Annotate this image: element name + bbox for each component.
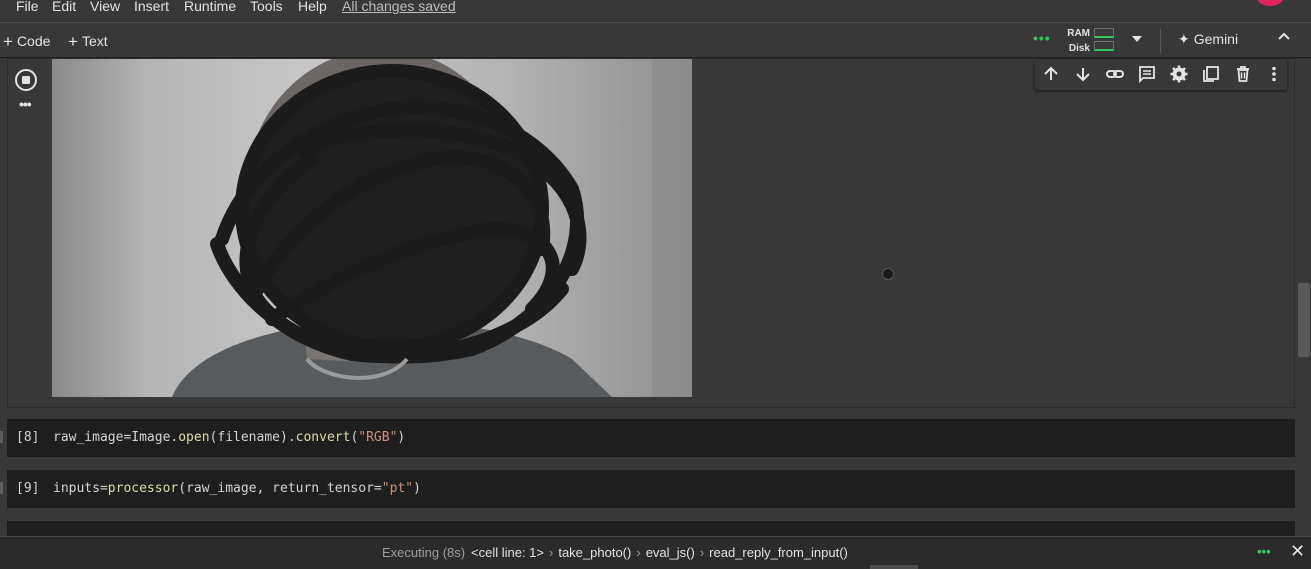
mouse-cursor <box>882 268 894 280</box>
breadcrumb-item[interactable]: read_reply_from_input() <box>709 545 848 560</box>
menu-insert[interactable]: Insert <box>134 0 169 14</box>
code-token: raw_image=Image. <box>53 430 179 445</box>
avatar[interactable] <box>1256 0 1284 6</box>
more-vert-icon[interactable] <box>1264 65 1284 85</box>
status-scroll-strip <box>870 565 918 569</box>
plus-icon: + <box>68 32 78 51</box>
breadcrumb-item[interactable]: <cell line: 1> <box>471 545 544 560</box>
mirror-cell-icon[interactable] <box>1201 65 1221 85</box>
notebook-toolbar: + Code + Text ••• RAM Disk ✦ Gemini <box>0 22 1311 58</box>
code-token: ) <box>397 430 406 445</box>
cell-left-marker <box>0 482 3 494</box>
execution-count: [8] <box>16 430 40 445</box>
cell-left-marker <box>0 431 3 443</box>
ram-label: RAM <box>1067 28 1090 39</box>
arrow-down-icon[interactable] <box>1073 65 1093 85</box>
more-horiz-icon[interactable]: ••• <box>19 96 32 112</box>
sparkle-icon: ✦ <box>1178 31 1190 47</box>
code-token: open <box>178 430 210 445</box>
code-token: convert <box>295 430 351 445</box>
code-cell-next[interactable] <box>7 521 1295 537</box>
menu-help[interactable]: Help <box>298 0 327 14</box>
code-cell-9[interactable]: [9] inputs=processor(raw_image, return_t… <box>7 470 1295 508</box>
code-token: (raw_image, return_tensor= <box>178 481 382 496</box>
comment-icon[interactable] <box>1137 65 1157 85</box>
gear-icon[interactable] <box>1169 65 1189 85</box>
code-line[interactable]: inputs=processor(raw_image, return_tenso… <box>53 470 421 508</box>
scrollbar-thumb[interactable] <box>1298 283 1310 357</box>
close-icon[interactable]: ✕ <box>1290 541 1305 562</box>
save-status-link[interactable]: All changes saved <box>342 0 456 14</box>
menu-file[interactable]: File <box>16 0 39 14</box>
gemini-button[interactable]: ✦ Gemini <box>1178 31 1238 48</box>
add-text-button[interactable]: + Text <box>68 31 108 51</box>
chevron-down-icon[interactable] <box>1132 36 1142 42</box>
menu-tools[interactable]: Tools <box>250 0 283 14</box>
code-cell-8[interactable]: [8] raw_image=Image.open(filename).conve… <box>7 419 1295 457</box>
status-bar: Executing (8s) <cell line: 1> › take_photo… <box>0 536 1311 569</box>
menu-view[interactable]: View <box>90 0 120 14</box>
link-icon[interactable] <box>1105 65 1125 85</box>
code-token: ) <box>413 481 421 496</box>
chevron-up-icon[interactable] <box>1277 29 1291 48</box>
execution-status: Executing (8s) <box>382 545 466 560</box>
disk-meter <box>1094 41 1114 51</box>
breadcrumb-item[interactable]: eval_js() <box>646 545 695 560</box>
arrow-up-icon[interactable] <box>1041 65 1061 85</box>
code-token: processor <box>107 481 179 496</box>
toolbar-divider <box>1160 29 1161 53</box>
add-code-button[interactable]: + Code <box>3 31 50 51</box>
status-dots-icon[interactable]: ••• <box>1257 544 1271 559</box>
chevron-right-icon: › <box>636 545 641 560</box>
cell-toolbar <box>1035 60 1287 90</box>
photo-scene <box>52 59 692 397</box>
stop-execution-button[interactable] <box>15 69 37 91</box>
call-stack-breadcrumb: <cell line: 1> › take_photo() › eval_js() › re… <box>471 545 848 560</box>
code-token: "pt" <box>381 481 414 496</box>
runtime-status-icon[interactable]: ••• <box>1033 30 1051 46</box>
code-token: inputs= <box>53 481 108 496</box>
resource-labels[interactable]: RAM Disk <box>1066 26 1090 56</box>
code-line[interactable]: raw_image=Image.open(filename).convert("… <box>53 419 405 457</box>
menu-edit[interactable]: Edit <box>52 0 76 14</box>
webcam-photo <box>52 59 692 397</box>
menu-bar: File Edit View Insert Runtime Tools Help… <box>0 0 1311 22</box>
ram-meter <box>1094 28 1114 38</box>
resource-meters[interactable] <box>1094 28 1114 54</box>
code-token: (filename). <box>209 430 296 445</box>
code-token: "RGB" <box>358 430 398 445</box>
breadcrumb-item[interactable]: take_photo() <box>558 545 631 560</box>
menu-runtime[interactable]: Runtime <box>184 0 236 14</box>
disk-label: Disk <box>1068 43 1090 54</box>
chevron-right-icon: › <box>549 545 554 560</box>
chevron-right-icon: › <box>699 545 705 560</box>
plus-icon: + <box>3 32 13 51</box>
trash-icon[interactable] <box>1233 65 1253 85</box>
execution-count: [9] <box>16 481 40 496</box>
